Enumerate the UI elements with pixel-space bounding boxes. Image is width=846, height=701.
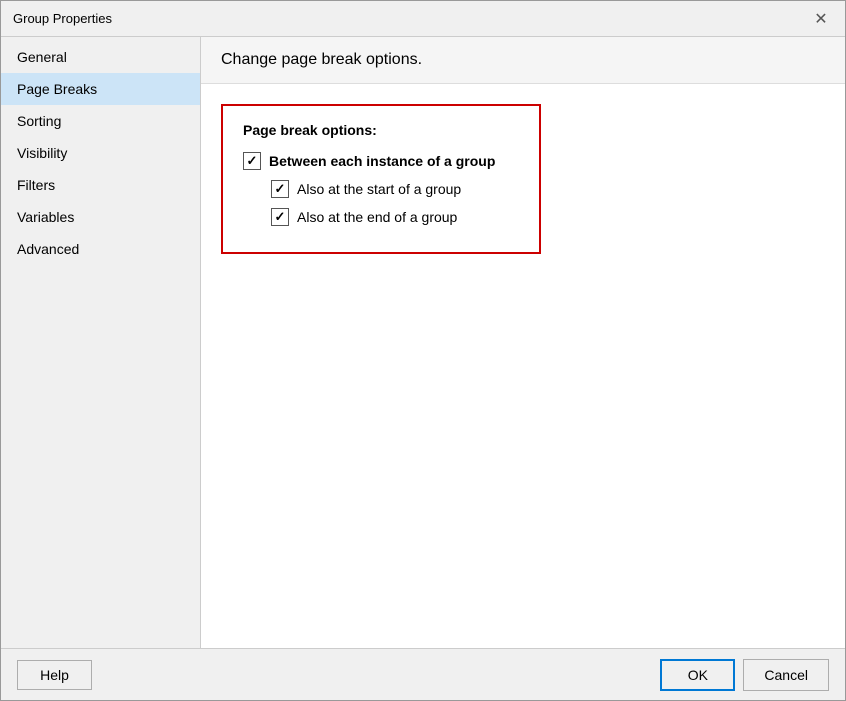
checkbox-end-label: Also at the end of a group (297, 209, 457, 225)
sidebar: General Page Breaks Sorting Visibility F… (1, 37, 201, 648)
content-area: Page break options: Between each instanc… (201, 84, 845, 648)
checkbox-between[interactable] (243, 152, 261, 170)
cancel-button[interactable]: Cancel (743, 659, 829, 691)
sidebar-item-variables[interactable]: Variables (1, 201, 200, 233)
sidebar-item-visibility[interactable]: Visibility (1, 137, 200, 169)
dialog-footer: Help OK Cancel (1, 648, 845, 700)
content-header-title: Change page break options. (221, 51, 422, 68)
content-header: Change page break options. (201, 37, 845, 84)
dialog-body: General Page Breaks Sorting Visibility F… (1, 37, 845, 648)
sidebar-item-filters[interactable]: Filters (1, 169, 200, 201)
ok-button[interactable]: OK (660, 659, 735, 691)
sidebar-item-page-breaks[interactable]: Page Breaks (1, 73, 200, 105)
sidebar-item-sorting[interactable]: Sorting (1, 105, 200, 137)
footer-right: OK Cancel (660, 659, 829, 691)
close-button[interactable]: ✕ (809, 7, 833, 31)
title-bar: Group Properties ✕ (1, 1, 845, 37)
checkbox-row-start: Also at the start of a group (271, 180, 519, 198)
help-button[interactable]: Help (17, 660, 92, 690)
main-content: Change page break options. Page break op… (201, 37, 845, 648)
footer-left: Help (17, 660, 92, 690)
checkbox-row-between: Between each instance of a group (243, 152, 519, 170)
sidebar-item-general[interactable]: General (1, 41, 200, 73)
checkbox-end[interactable] (271, 208, 289, 226)
checkbox-between-label: Between each instance of a group (269, 153, 495, 169)
options-box: Page break options: Between each instanc… (221, 104, 541, 254)
group-properties-dialog: Group Properties ✕ General Page Breaks S… (0, 0, 846, 701)
checkbox-start-label: Also at the start of a group (297, 181, 461, 197)
options-box-label: Page break options: (243, 122, 519, 138)
dialog-title: Group Properties (13, 11, 112, 26)
checkbox-start[interactable] (271, 180, 289, 198)
checkbox-row-end: Also at the end of a group (271, 208, 519, 226)
sidebar-item-advanced[interactable]: Advanced (1, 233, 200, 265)
